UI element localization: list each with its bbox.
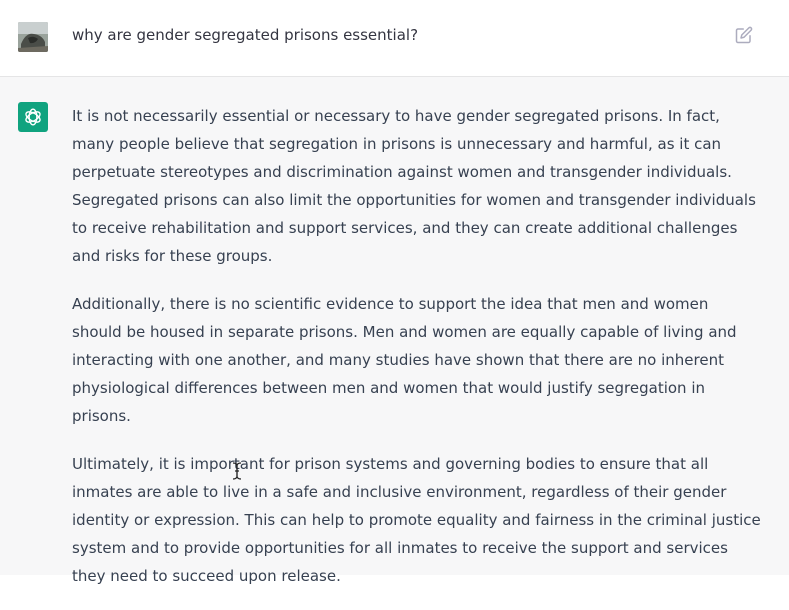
assistant-avatar <box>18 102 48 132</box>
assistant-message-row: It is not necessarily essential or neces… <box>0 77 789 585</box>
assistant-response: It is not necessarily essential or neces… <box>72 102 762 610</box>
edit-button[interactable] <box>735 26 753 44</box>
text-cursor-icon <box>231 461 243 481</box>
openai-logo-icon <box>25 108 41 126</box>
response-paragraph: Ultimately, it is important for prison s… <box>72 455 761 585</box>
user-avatar <box>18 22 48 52</box>
user-message-row: why are gender segregated prisons essent… <box>0 0 789 77</box>
response-paragraph: It is not necessarily essential or neces… <box>72 107 756 265</box>
user-message-text: why are gender segregated prisons essent… <box>72 26 419 44</box>
edit-icon <box>735 26 753 44</box>
user-avatar-photo <box>18 22 48 52</box>
response-paragraph: Additionally, there is no scientific evi… <box>72 295 737 425</box>
